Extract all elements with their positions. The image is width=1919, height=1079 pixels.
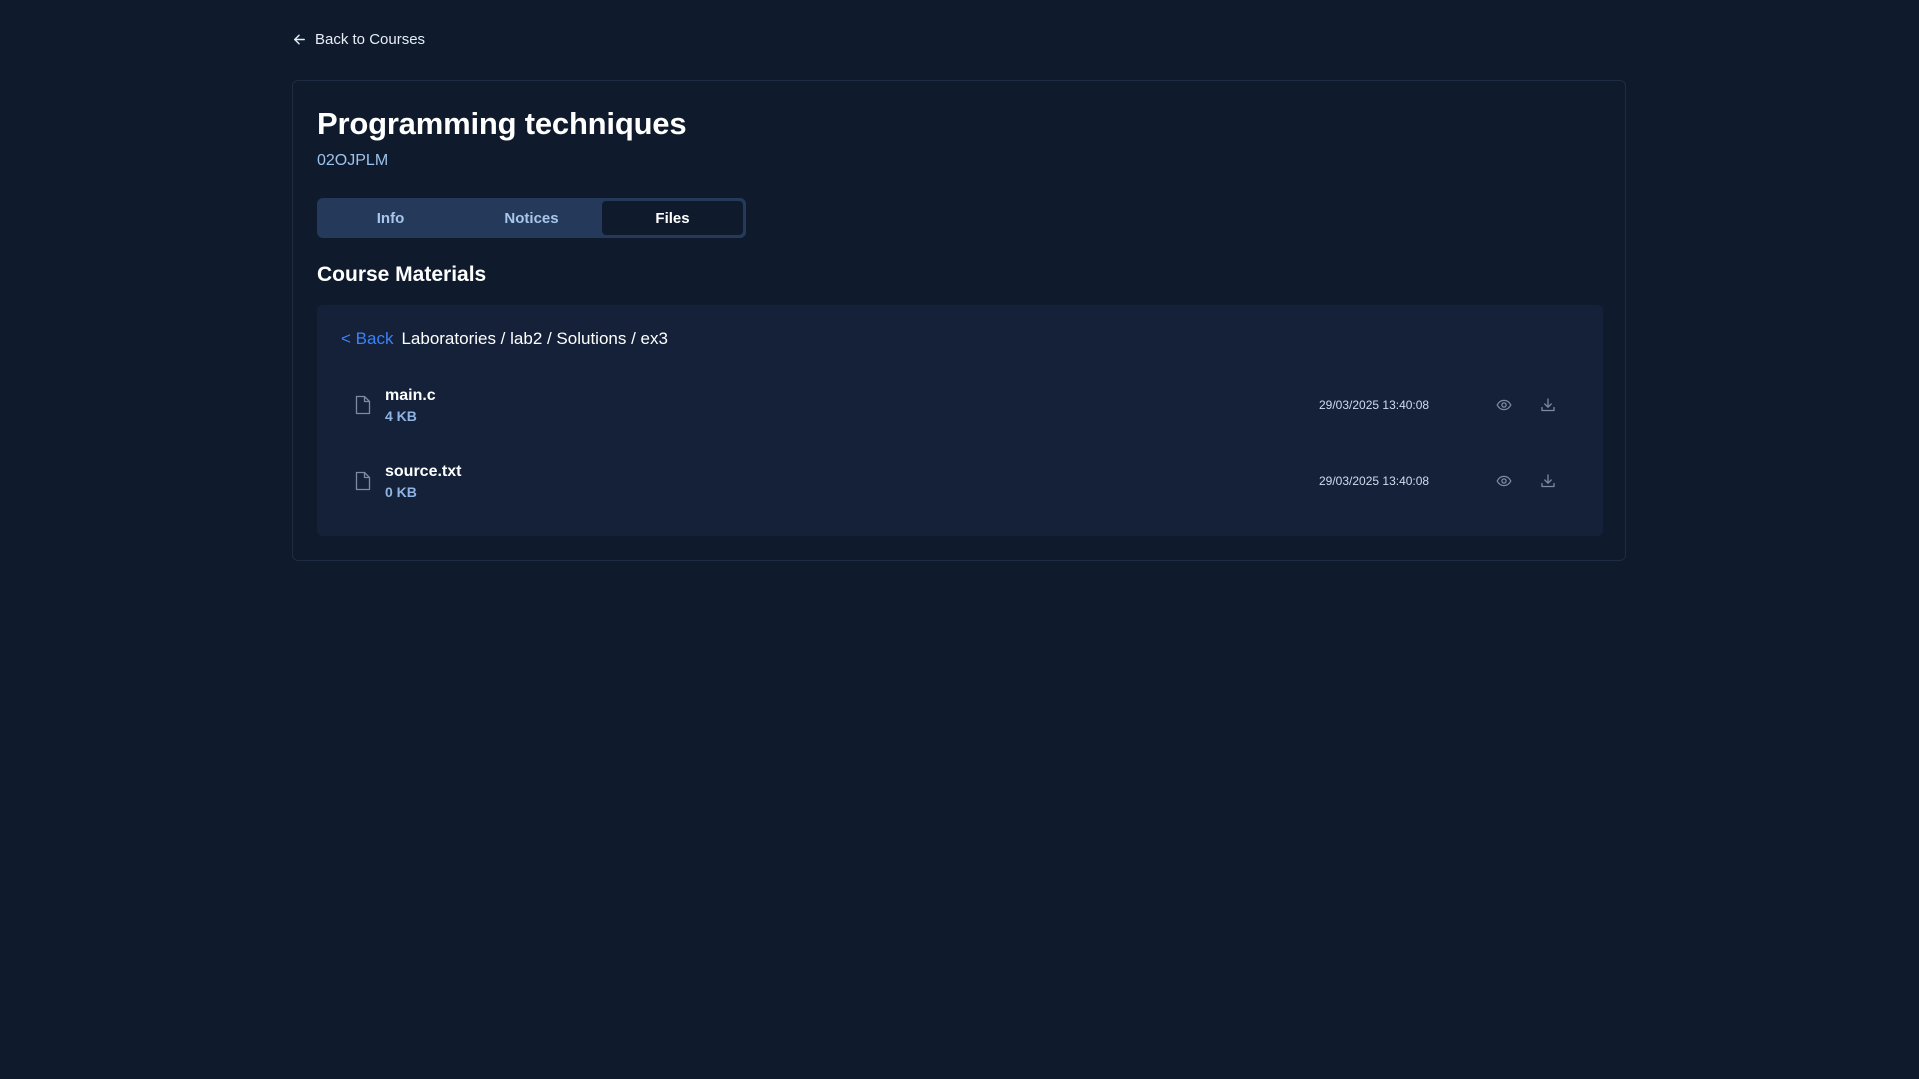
arrow-left-icon (292, 32, 307, 47)
files-panel: < Back Laboratories / lab2 / Solutions /… (317, 305, 1603, 536)
download-icon[interactable] (1537, 394, 1559, 416)
download-icon[interactable] (1537, 470, 1559, 492)
file-row[interactable]: source.txt 0 KB 29/03/2025 13:40:08 (341, 451, 1579, 511)
file-date: 29/03/2025 13:40:08 (1319, 398, 1430, 412)
file-size: 0 KB (385, 483, 417, 500)
file-size: 4 KB (385, 407, 417, 424)
folder-back-button[interactable]: < Back (341, 329, 393, 349)
eye-icon[interactable] (1493, 470, 1515, 492)
section-title: Course Materials (317, 263, 487, 286)
tab-notices[interactable]: Notices (461, 201, 602, 235)
course-code: 02OJPLM (317, 152, 389, 169)
file-name: main.c (385, 386, 436, 404)
eye-icon[interactable] (1493, 394, 1515, 416)
file-name: source.txt (385, 462, 462, 480)
course-card: Programming techniques 02OJPLM Info Noti… (292, 80, 1626, 561)
tab-info[interactable]: Info (320, 201, 461, 235)
course-title: Programming techniques (317, 106, 687, 141)
tab-files[interactable]: Files (602, 201, 743, 235)
course-tabs: Info Notices Files (317, 198, 746, 238)
file-row[interactable]: main.c 4 KB 29/03/2025 13:40:08 (341, 375, 1579, 435)
file-icon (353, 470, 373, 492)
back-to-courses-link[interactable]: Back to Courses (292, 31, 425, 48)
back-to-courses-label: Back to Courses (315, 31, 426, 48)
folder-path: Laboratories / lab2 / Solutions / ex3 (401, 329, 668, 348)
file-date: 29/03/2025 13:40:08 (1319, 474, 1430, 488)
breadcrumb: < Back Laboratories / lab2 / Solutions /… (341, 329, 668, 349)
file-icon (353, 394, 373, 416)
